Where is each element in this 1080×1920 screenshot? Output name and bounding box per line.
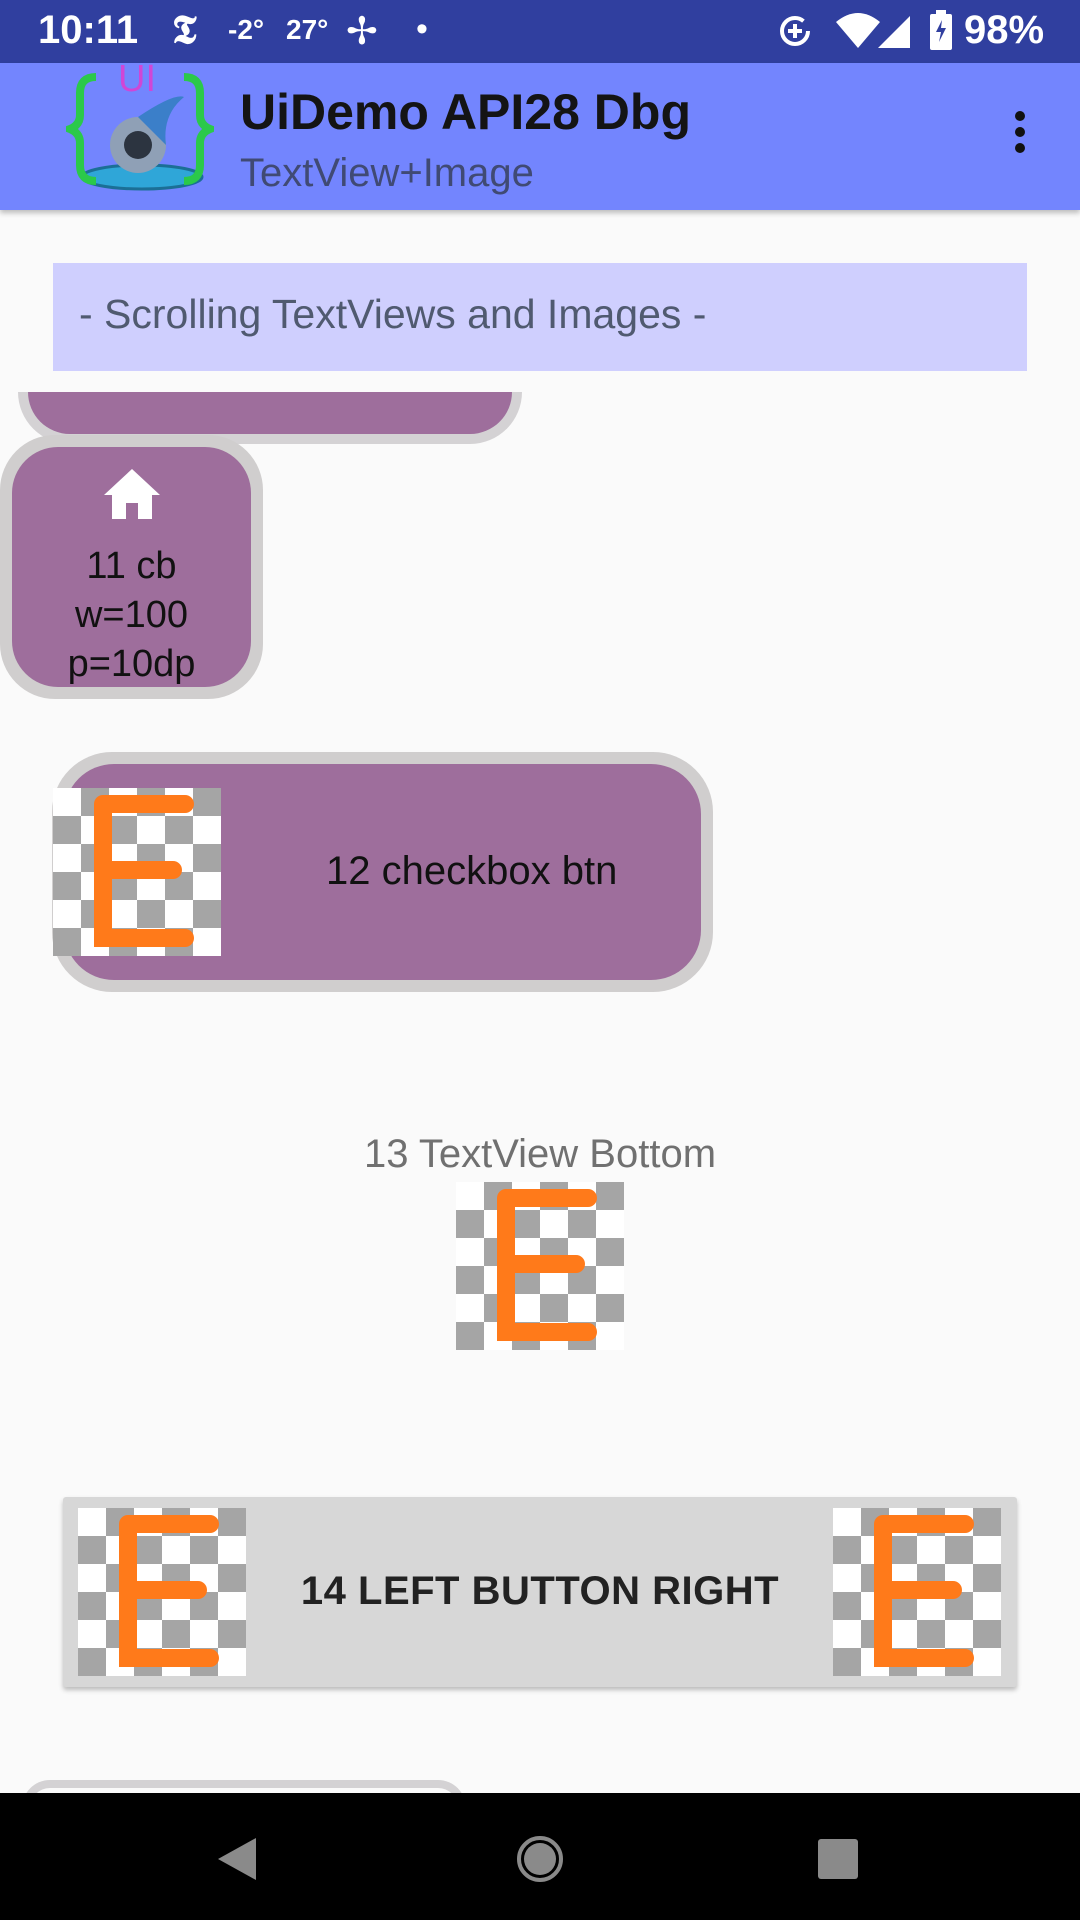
back-icon[interactable] bbox=[216, 1836, 258, 1882]
checkbox-11-body[interactable]: 11 cb w=100 p=10dp bbox=[12, 447, 251, 687]
notification-dot-icon: • bbox=[416, 10, 428, 48]
cell-signal-icon bbox=[878, 16, 910, 48]
temperature-high: 27° bbox=[286, 14, 329, 45]
data-saver-icon bbox=[780, 16, 810, 46]
button-14[interactable]: 14 LEFT BUTTON RIGHT bbox=[63, 1497, 1017, 1687]
section-header-text: - Scrolling TextViews and Images - bbox=[79, 291, 707, 337]
home-nav-icon[interactable] bbox=[516, 1835, 564, 1883]
checkbox-12-label: 12 checkbox btn bbox=[326, 849, 618, 893]
section-header: - Scrolling TextViews and Images - bbox=[53, 263, 1027, 371]
battery-icon bbox=[930, 10, 952, 50]
fan-icon: ✢ bbox=[346, 11, 378, 53]
checkbox-11-line2: w=100 bbox=[74, 594, 189, 636]
clock: 10:11 bbox=[38, 8, 139, 52]
letter-e-icon bbox=[497, 1189, 597, 1341]
button-14-right-image bbox=[833, 1508, 1001, 1676]
checkbox-11-line1: 11 cb bbox=[86, 545, 177, 587]
checkbox-11[interactable]: 11 cb w=100 p=10dp bbox=[0, 435, 263, 699]
letter-e-icon bbox=[94, 795, 194, 947]
overflow-menu-icon[interactable] bbox=[1010, 111, 1030, 161]
news-icon: 𝕿 bbox=[172, 7, 197, 52]
temperature-low: -2° bbox=[228, 14, 265, 45]
app-subtitle: TextView+Image bbox=[240, 151, 534, 195]
checkbox-11-label: 11 cb w=100 p=10dp bbox=[12, 542, 251, 689]
status-bar: 10:11 𝕿 -2° 27° ✢ • 98% bbox=[0, 0, 1080, 63]
app-title: UiDemo API28 Dbg bbox=[240, 84, 692, 140]
letter-e-icon bbox=[874, 1515, 974, 1667]
wifi-icon bbox=[836, 13, 880, 48]
app-logo-icon: UI bbox=[66, 59, 214, 191]
home-icon bbox=[104, 469, 160, 519]
app-bar: UI UiDemo API28 Dbg TextView+Image bbox=[0, 59, 1080, 210]
textview-13-image bbox=[456, 1182, 624, 1350]
battery-percent: 98% bbox=[964, 8, 1045, 52]
checkbox-12-image bbox=[53, 788, 221, 956]
navigation-bar bbox=[0, 1793, 1080, 1920]
logo-text: UI bbox=[118, 59, 156, 100]
recents-icon[interactable] bbox=[817, 1838, 859, 1880]
checkbox-11-line3: p=10dp bbox=[67, 643, 196, 685]
textview-13-label: 13 TextView Bottom bbox=[363, 1132, 717, 1176]
